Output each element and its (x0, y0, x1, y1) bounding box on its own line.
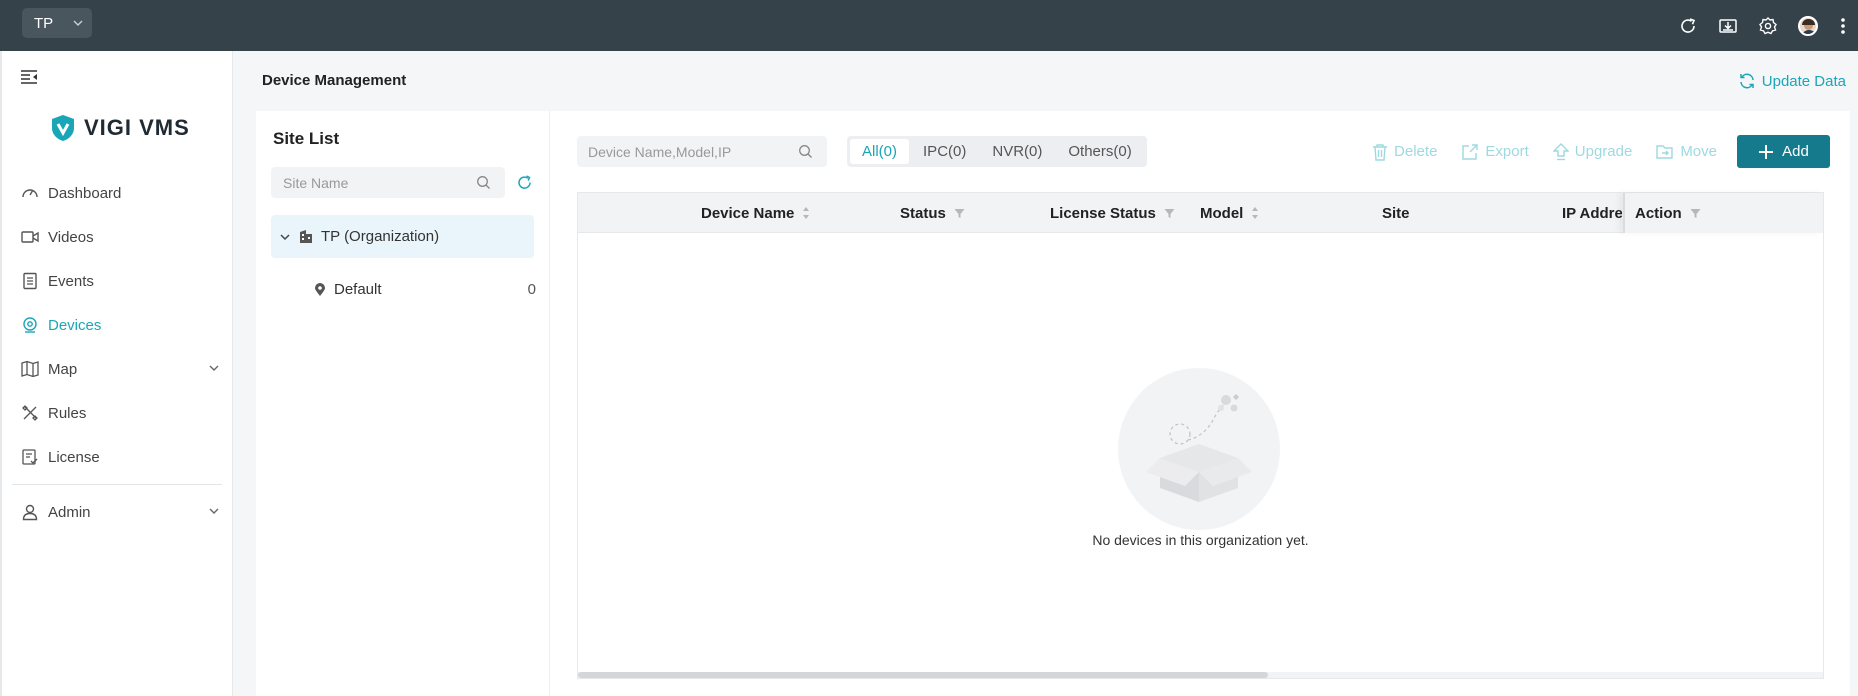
main-nav: Dashboard Videos Events Devices Map Rule… (2, 171, 232, 534)
site-search-input[interactable]: Site Name (271, 167, 505, 198)
nav-label: Events (48, 272, 94, 290)
map-icon (20, 359, 40, 379)
tree-node-label: Default (334, 281, 382, 298)
nav-label: Map (48, 360, 78, 378)
plus-icon (1758, 144, 1774, 160)
move-label: Move (1680, 143, 1717, 160)
upgrade-arrow-icon (1552, 142, 1569, 161)
tab-ipc[interactable]: IPC(0) (911, 139, 978, 164)
chevron-down-icon[interactable] (279, 231, 291, 243)
sync-icon (1738, 72, 1756, 90)
export-button[interactable]: Export (1461, 143, 1529, 161)
organization-selector[interactable]: TP (22, 8, 92, 38)
tab-others[interactable]: Others(0) (1056, 139, 1143, 164)
refresh-icon[interactable] (1668, 0, 1708, 51)
tab-nvr[interactable]: NVR(0) (980, 139, 1054, 164)
chevron-down-icon (72, 17, 84, 29)
settings-icon[interactable] (1748, 0, 1788, 51)
page-title: Device Management (262, 72, 407, 89)
nav-item-devices[interactable]: Devices (2, 303, 232, 347)
nav-item-rules[interactable]: Rules (2, 391, 232, 435)
nav-label: Rules (48, 404, 87, 422)
tree-node-label: TP (Organization) (321, 228, 440, 245)
nav-label: License (48, 448, 100, 466)
device-search-placeholder: Device Name,Model,IP (588, 143, 732, 160)
nav-item-license[interactable]: License (2, 435, 232, 479)
nav-item-events[interactable]: Events (2, 259, 232, 303)
tab-all[interactable]: All(0) (850, 139, 910, 164)
nav-item-dashboard[interactable]: Dashboard (2, 171, 232, 215)
device-type-tabs: All(0) IPC(0) NVR(0) Others(0) (847, 136, 1147, 167)
site-device-count: 0 (527, 281, 536, 298)
device-panel: Device Name,Model,IP All(0) IPC(0) NVR(0… (550, 111, 1850, 696)
download-icon[interactable] (1708, 0, 1748, 51)
tree-node-organization[interactable]: TP (Organization) (271, 215, 534, 258)
export-icon (1461, 143, 1479, 161)
device-table: Device Name Status License Status Model … (577, 192, 1824, 679)
chevron-down-icon (208, 505, 220, 517)
admin-user-icon (20, 502, 40, 522)
tree-node-site[interactable]: Default 0 (314, 281, 536, 298)
empty-box-illustration (1118, 368, 1280, 530)
move-button[interactable]: Move (1656, 143, 1717, 160)
nav-label: Devices (48, 316, 102, 334)
nav-divider (12, 484, 222, 485)
update-data-button[interactable]: Update Data (1738, 72, 1846, 90)
export-label: Export (1485, 143, 1529, 160)
license-icon (20, 447, 40, 467)
add-label: Add (1782, 143, 1809, 160)
device-actions: Delete Export Upgrade Move Add (1348, 135, 1830, 168)
nav-label: Dashboard (48, 184, 122, 202)
site-list-title: Site List (273, 129, 340, 148)
nav-item-admin[interactable]: Admin (2, 490, 232, 534)
search-icon (476, 175, 491, 190)
sidebar: VIGI VMS Dashboard Videos Events Devices… (0, 51, 233, 696)
site-list-panel: Site List Site Name TP (Organization) De… (256, 111, 550, 696)
device-search-input[interactable]: Device Name,Model,IP (577, 136, 827, 167)
nav-label: Videos (48, 228, 94, 246)
add-device-button[interactable]: Add (1737, 135, 1830, 168)
nav-label: Admin (48, 503, 91, 521)
user-avatar[interactable] (1788, 0, 1828, 51)
video-camera-icon (20, 227, 40, 247)
nav-item-map[interactable]: Map (2, 347, 232, 391)
webcam-icon (20, 315, 40, 335)
empty-state: No devices in this organization yet. (578, 193, 1823, 680)
horizontal-scrollbar[interactable] (578, 672, 1823, 678)
scrollbar-thumb[interactable] (578, 672, 1268, 678)
delete-button[interactable]: Delete (1372, 143, 1437, 161)
site-search-placeholder: Site Name (283, 174, 349, 191)
top-bar: TP (0, 0, 1858, 51)
upgrade-label: Upgrade (1574, 143, 1633, 160)
upgrade-button[interactable]: Upgrade (1552, 142, 1633, 161)
logo-text: VIGI VMS (84, 115, 190, 140)
delete-label: Delete (1394, 143, 1438, 160)
rules-tools-icon (20, 403, 40, 423)
search-icon (798, 144, 813, 159)
location-pin-icon (314, 282, 326, 297)
dashboard-icon (20, 183, 40, 203)
nav-item-videos[interactable]: Videos (2, 215, 232, 259)
vigi-vms-logo: VIGI VMS (50, 114, 190, 142)
more-vertical-icon[interactable] (1828, 0, 1858, 51)
vigi-shield-icon (52, 115, 74, 141)
events-list-icon (20, 271, 40, 291)
update-data-label: Update Data (1761, 72, 1846, 90)
chevron-down-icon (208, 362, 220, 374)
refresh-icon[interactable] (516, 174, 533, 191)
building-icon (299, 229, 313, 244)
empty-state-message: No devices in this organization yet. (1092, 532, 1309, 548)
trash-icon (1372, 143, 1388, 161)
move-folder-icon (1656, 143, 1674, 160)
organization-selector-value: TP (34, 14, 54, 32)
collapse-menu-icon[interactable] (20, 69, 40, 85)
